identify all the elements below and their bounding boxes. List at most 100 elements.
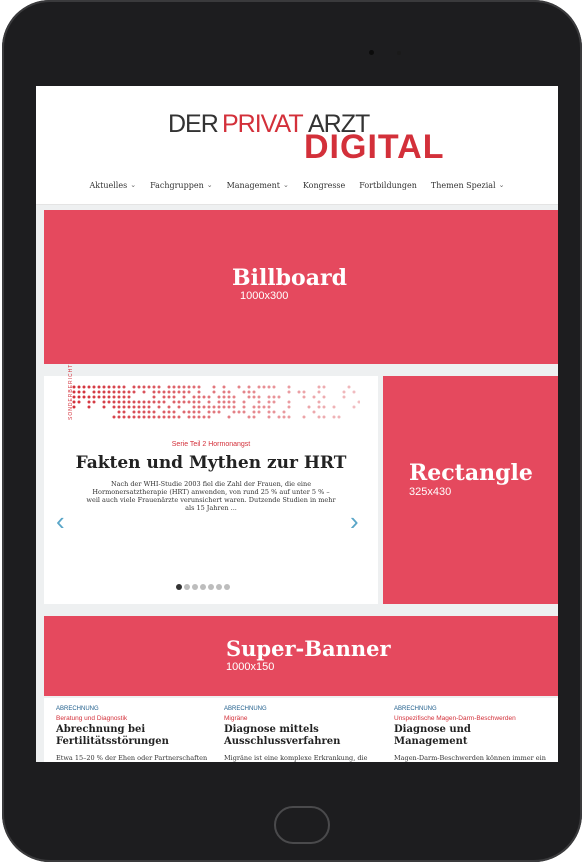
chevron-down-icon: ⌄ [130,181,136,189]
pattern-dot [158,416,161,419]
pattern-dot [193,411,196,414]
nav-item-aktuelles[interactable]: Aktuelles ⌄ [90,174,137,196]
slide-dot[interactable] [176,584,182,590]
pattern-dot [303,416,306,419]
nav-item-fortbildungen[interactable]: Fortbildungen [359,174,417,196]
pattern-dot [218,406,221,409]
pattern-dot [273,386,276,389]
nav-item-management[interactable]: Management ⌄ [227,174,289,196]
pattern-dot [143,416,146,419]
pattern-dot [78,391,81,394]
pattern-dot [128,396,131,399]
dot-pattern-graphic [72,384,360,420]
chevron-left-icon[interactable]: ‹ [56,511,65,531]
pattern-dot [133,411,136,414]
pattern-dot [268,411,271,414]
pattern-dot [133,406,136,409]
pattern-dot [98,391,101,394]
pattern-dot [198,401,201,404]
pattern-dot [93,396,96,399]
article-title[interactable]: Diagnose und Management [394,724,546,748]
pattern-dot [223,386,226,389]
article-card[interactable]: ABRECHNUNG Beratung und Diagnostik Abrec… [56,706,208,762]
pattern-dot [168,411,171,414]
pattern-dot [148,401,151,404]
slide-excerpt: Nach der WHI-Studie 2003 fiel die Zahl d… [86,480,336,512]
pattern-dot [188,401,191,404]
site-logo[interactable]: DER PRIVAT ARZT DIGITAL [168,104,448,162]
article-subtitle: Beratung und Diagnostik [56,715,208,722]
pattern-dot [143,401,146,404]
slide-dot[interactable] [200,584,206,590]
article-card[interactable]: ABRECHNUNG Migräne Diagnose mittels Auss… [224,706,376,762]
article-category[interactable]: ABRECHNUNG [224,706,376,712]
pattern-dot [218,396,221,399]
pattern-dot [173,391,176,394]
nav-item-kongresse[interactable]: Kongresse [303,174,345,196]
superbanner-ad[interactable]: Super-Banner 1000x150 [44,616,558,696]
chevron-right-icon[interactable]: › [350,511,359,531]
pattern-dot [198,396,201,399]
pattern-dot [258,406,261,409]
rectangle-ad[interactable]: Rectangle 325x430 [383,376,558,604]
pattern-dot [113,406,116,409]
slide-dot[interactable] [184,584,190,590]
ad-title: Super-Banner [226,636,391,661]
article-title[interactable]: Diagnose mittels Ausschlussverfahren [224,724,376,748]
pattern-dot [253,416,256,419]
pattern-dot [228,416,231,419]
slide-dot[interactable] [208,584,214,590]
pattern-dot [103,386,106,389]
pattern-dot [168,416,171,419]
pattern-dot [353,406,356,409]
pattern-dot [278,416,281,419]
slide-dot[interactable] [192,584,198,590]
pattern-dot [183,401,186,404]
slide-dot[interactable] [216,584,222,590]
sonderbericht-label: SONDERBERICHT [68,364,74,420]
nav-item-fachgruppen[interactable]: Fachgruppen ⌄ [150,174,213,196]
nav-item-themen-spezial[interactable]: Themen Spezial ⌄ [431,174,505,196]
pattern-dot [258,401,261,404]
pattern-dot [138,401,141,404]
pattern-dot [203,396,206,399]
article-card[interactable]: ABRECHNUNG Unspezifische Magen-Darm-Besc… [394,706,546,762]
article-category[interactable]: ABRECHNUNG [56,706,208,712]
pattern-dot [273,411,276,414]
pattern-dot [98,396,101,399]
home-button[interactable] [274,806,330,844]
pattern-dot [268,396,271,399]
pattern-dot [213,411,216,414]
pattern-dot [243,401,246,404]
billboard-ad[interactable]: Billboard 1000x300 [44,210,558,364]
pattern-dot [168,386,171,389]
pattern-dot [318,391,321,394]
pattern-dot [108,401,111,404]
slide-dot[interactable] [224,584,230,590]
pattern-dot [243,411,246,414]
pattern-dot [213,386,216,389]
pattern-dot [153,416,156,419]
pattern-dot [318,416,321,419]
pattern-dot [208,401,211,404]
pattern-dot [113,391,116,394]
tablet-frame: DER PRIVAT ARZT DIGITAL Aktuelles ⌄ Fachgr… [2,0,582,862]
pattern-dot [93,401,96,404]
pattern-dot [128,406,131,409]
pattern-dot [153,386,156,389]
pattern-dot [118,411,121,414]
pattern-dot [188,391,191,394]
pattern-dot [218,411,221,414]
pattern-dot [313,411,316,414]
pattern-dot [238,411,241,414]
pattern-dot [298,391,301,394]
slide-headline[interactable]: Fakten und Mythen zur HRT [44,453,378,473]
pattern-dot [143,411,146,414]
pattern-dot [163,411,166,414]
pattern-dot [273,401,276,404]
pattern-dot [258,396,261,399]
article-category[interactable]: ABRECHNUNG [394,706,546,712]
pattern-dot [248,391,251,394]
pattern-dot [333,416,336,419]
article-title[interactable]: Abrechnung bei Fertilitätsstörungen [56,724,208,748]
